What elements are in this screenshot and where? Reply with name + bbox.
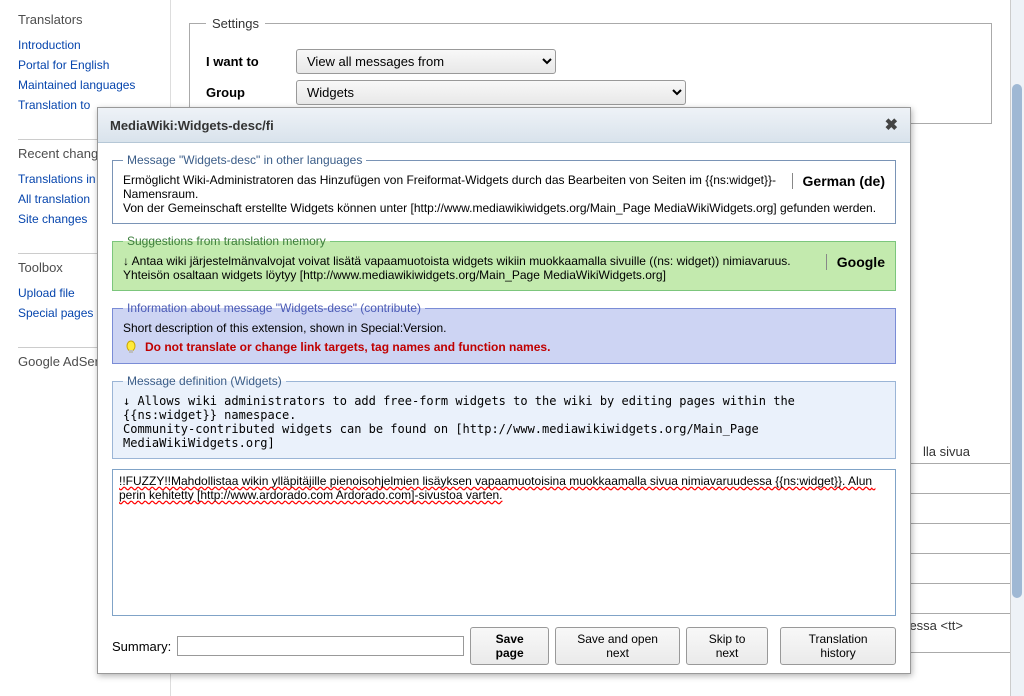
settings-label-group: Group (206, 85, 296, 100)
select-group[interactable]: Widgets (296, 80, 686, 105)
sidebar-link-maintained[interactable]: Maintained languages (18, 75, 148, 95)
save-button[interactable]: Save page (470, 627, 549, 665)
suggestions-legend: Suggestions from translation memory (123, 234, 330, 248)
definition-text-2: Community-contributed widgets can be fou… (123, 422, 885, 450)
lightbulb-icon (123, 339, 139, 355)
sidebar-link-portal[interactable]: Portal for English (18, 55, 148, 75)
other-lang-text-1: Ermöglicht Wiki-Administratoren das Hinz… (123, 173, 885, 201)
translation-input[interactable] (112, 469, 896, 616)
save-and-next-button[interactable]: Save and open next (555, 627, 680, 665)
suggestion-source-google[interactable]: Google (826, 254, 885, 270)
suggestion-text-2: Yhteisön osaltaan widgets löytyy [http:/… (123, 268, 885, 282)
scrollbar[interactable] (1010, 0, 1024, 696)
other-lang-text-2: Von der Gemeinschaft erstellte Widgets k… (123, 201, 885, 215)
other-languages-fieldset: Message "Widgets-desc" in other language… (112, 153, 896, 224)
history-button[interactable]: Translation history (780, 627, 896, 665)
settings-label-iwantto: I want to (206, 54, 296, 69)
skip-button[interactable]: Skip to next (686, 627, 768, 665)
definition-text-1: ↓ Allows wiki administrators to add free… (123, 394, 885, 422)
sidebar-link-introduction[interactable]: Introduction (18, 35, 148, 55)
definition-legend: Message definition (Widgets) (123, 374, 286, 388)
info-description: Short description of this extension, sho… (123, 321, 885, 335)
other-languages-legend: Message "Widgets-desc" in other language… (123, 153, 366, 167)
select-i-want-to[interactable]: View all messages from (296, 49, 556, 74)
info-fieldset: Information about message "Widgets-desc"… (112, 301, 896, 364)
dialog-footer: Summary: Save page Save and open next Sk… (112, 627, 896, 665)
warning-text: Do not translate or change link targets,… (145, 340, 550, 354)
suggestion-text-1[interactable]: ↓ Antaa wiki järjestelmänvalvojat voivat… (123, 254, 885, 268)
close-icon[interactable]: ✖ (885, 115, 898, 135)
info-legend: Information about message "Widgets-desc"… (123, 301, 425, 315)
suggestions-fieldset: Suggestions from translation memory Goog… (112, 234, 896, 291)
translation-dialog: MediaWiki:Widgets-desc/fi ✖ Message "Wid… (97, 107, 911, 674)
summary-input[interactable] (177, 636, 464, 656)
dialog-title: MediaWiki:Widgets-desc/fi (110, 118, 274, 133)
definition-fieldset: Message definition (Widgets) ↓ Allows wi… (112, 374, 896, 459)
summary-label: Summary: (112, 639, 171, 654)
settings-legend: Settings (206, 16, 265, 31)
dialog-header: MediaWiki:Widgets-desc/fi ✖ (98, 108, 910, 143)
language-tag-german: German (de) (792, 173, 885, 189)
scrollbar-thumb[interactable] (1012, 84, 1022, 598)
sidebar-heading-translators: Translators (18, 12, 148, 27)
